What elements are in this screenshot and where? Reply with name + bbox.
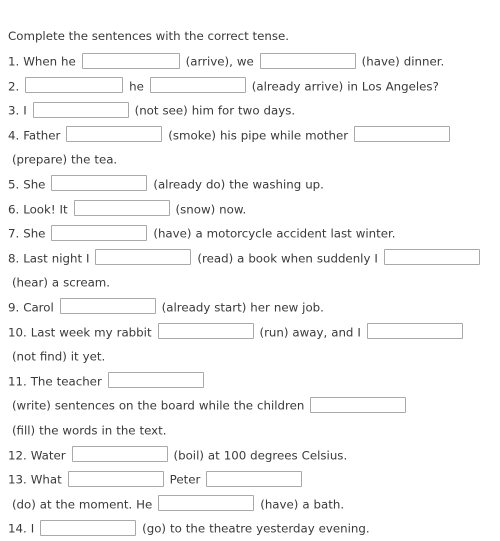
sentence-text: (read) a book when suddenly I xyxy=(193,251,382,266)
question-number: 11. xyxy=(8,374,27,389)
sentence-text: (have) a motorcycle accident last winter… xyxy=(149,226,396,241)
sentence-text: (already do) the washing up. xyxy=(149,177,324,192)
sentence-text: (already start) her new job. xyxy=(157,300,324,315)
answer-blank-input[interactable] xyxy=(51,175,148,192)
answer-blank-input[interactable] xyxy=(206,470,303,487)
question-number: 2. xyxy=(8,78,20,93)
sentence-text: (write) sentences on the board while the… xyxy=(8,398,309,413)
question-number: 10. xyxy=(8,324,27,339)
sentence-text: Peter xyxy=(165,472,205,487)
sentence-text: (not find) it yet. xyxy=(8,349,106,364)
answer-blank-input[interactable] xyxy=(157,323,254,340)
answer-blank-input[interactable] xyxy=(149,77,246,94)
sentence-text: (smoke) his pipe while mother xyxy=(164,128,353,143)
answer-blank-input[interactable] xyxy=(354,126,451,143)
answer-blank-input[interactable] xyxy=(366,323,463,340)
question-number: 13. xyxy=(8,472,27,487)
question-number: 7. xyxy=(8,226,20,241)
question-line: 4. Father (smoke) his pipe while mother … xyxy=(8,123,490,172)
sentence-text: Carol xyxy=(19,300,58,315)
sentence-text: I xyxy=(19,103,31,118)
question-line: 6. Look! It (snow) now. xyxy=(8,197,490,222)
sentence-text: (not see) him for two days. xyxy=(130,103,296,118)
sentence-text: I xyxy=(26,521,39,536)
answer-blank-input[interactable] xyxy=(259,52,356,69)
question-line: 5. She (already do) the washing up. xyxy=(8,172,490,197)
question-number: 6. xyxy=(8,201,20,216)
sentence-text: (prepare) the tea. xyxy=(8,152,118,167)
worksheet-container: Complete the sentences with the correct … xyxy=(0,0,500,541)
answer-blank-input[interactable] xyxy=(32,101,129,118)
question-line: 9. Carol (already start) her new job. xyxy=(8,295,490,320)
question-line: 8. Last night I (read) a book when sudde… xyxy=(8,246,490,295)
answer-blank-input[interactable] xyxy=(25,77,124,94)
sentence-text: She xyxy=(19,226,50,241)
sentence-text: (boil) at 100 degrees Celsius. xyxy=(169,447,348,462)
question-line: 14. I (go) to the theatre yesterday even… xyxy=(8,516,490,541)
sentence-text: Father xyxy=(19,128,65,143)
sentence-text: Look! It xyxy=(19,201,72,216)
answer-blank-input[interactable] xyxy=(67,470,164,487)
answer-blank-input[interactable] xyxy=(158,495,255,512)
answer-blank-input[interactable] xyxy=(40,519,137,536)
question-number: 8. xyxy=(8,251,20,266)
sentence-text: Last night I xyxy=(19,251,94,266)
question-list: 1. When he (arrive), we (have) dinner. 2.… xyxy=(8,49,490,541)
answer-blank-input[interactable] xyxy=(383,249,480,266)
sentence-text: he xyxy=(125,78,148,93)
question-number: 4. xyxy=(8,128,20,143)
question-line: 2. he (already arrive) in Los Angeles? xyxy=(8,74,490,99)
answer-blank-input[interactable] xyxy=(95,249,192,266)
answer-blank-input[interactable] xyxy=(81,52,180,69)
question-line: 11. The teacher (write) sentences on the… xyxy=(8,369,490,443)
sentence-text: What xyxy=(26,472,66,487)
sentence-text: The teacher xyxy=(26,374,106,389)
sentence-text: She xyxy=(19,177,50,192)
worksheet-instruction: Complete the sentences with the correct … xyxy=(8,29,290,43)
question-line: 10. Last week my rabbit (run) away, and … xyxy=(8,320,490,369)
answer-blank-input[interactable] xyxy=(310,396,407,413)
sentence-text: Water xyxy=(26,447,70,462)
sentence-text: (already arrive) in Los Angeles? xyxy=(247,78,439,93)
question-number: 5. xyxy=(8,177,20,192)
question-number: 14. xyxy=(8,521,27,536)
sentence-text: (run) away, and I xyxy=(255,324,365,339)
question-line: 7. She (have) a motorcycle accident last… xyxy=(8,221,490,246)
question-number: 9. xyxy=(8,300,20,315)
sentence-text: When he xyxy=(19,54,80,69)
question-number: 12. xyxy=(8,447,27,462)
answer-blank-input[interactable] xyxy=(66,126,163,143)
sentence-text: (have) a bath. xyxy=(256,497,345,512)
question-line: 12. Water (boil) at 100 degrees Celsius. xyxy=(8,443,490,468)
question-line: 13. What Peter (do) at the moment. He (h… xyxy=(8,467,490,516)
answer-blank-input[interactable] xyxy=(71,446,168,462)
question-number: 3. xyxy=(8,103,20,118)
sentence-text: (go) to the theatre yesterday evening. xyxy=(138,521,370,536)
sentence-text: (arrive), we xyxy=(181,54,258,69)
sentence-text: (have) dinner. xyxy=(357,54,445,69)
sentence-text: (snow) now. xyxy=(171,201,247,216)
sentence-text: (fill) the words in the text. xyxy=(8,423,167,438)
sentence-text: (hear) a scream. xyxy=(8,275,111,290)
answer-blank-input[interactable] xyxy=(73,200,170,217)
question-line: 1. When he (arrive), we (have) dinner. xyxy=(8,49,490,74)
question-line: 3. I (not see) him for two days. xyxy=(8,98,490,123)
sentence-text: (do) at the moment. He xyxy=(8,497,157,512)
question-number: 1. xyxy=(8,54,20,69)
answer-blank-input[interactable] xyxy=(59,298,156,315)
answer-blank-input[interactable] xyxy=(107,372,204,389)
answer-blank-input[interactable] xyxy=(51,224,148,241)
sentence-text xyxy=(19,79,23,93)
sentence-text: Last week my rabbit xyxy=(26,324,156,339)
